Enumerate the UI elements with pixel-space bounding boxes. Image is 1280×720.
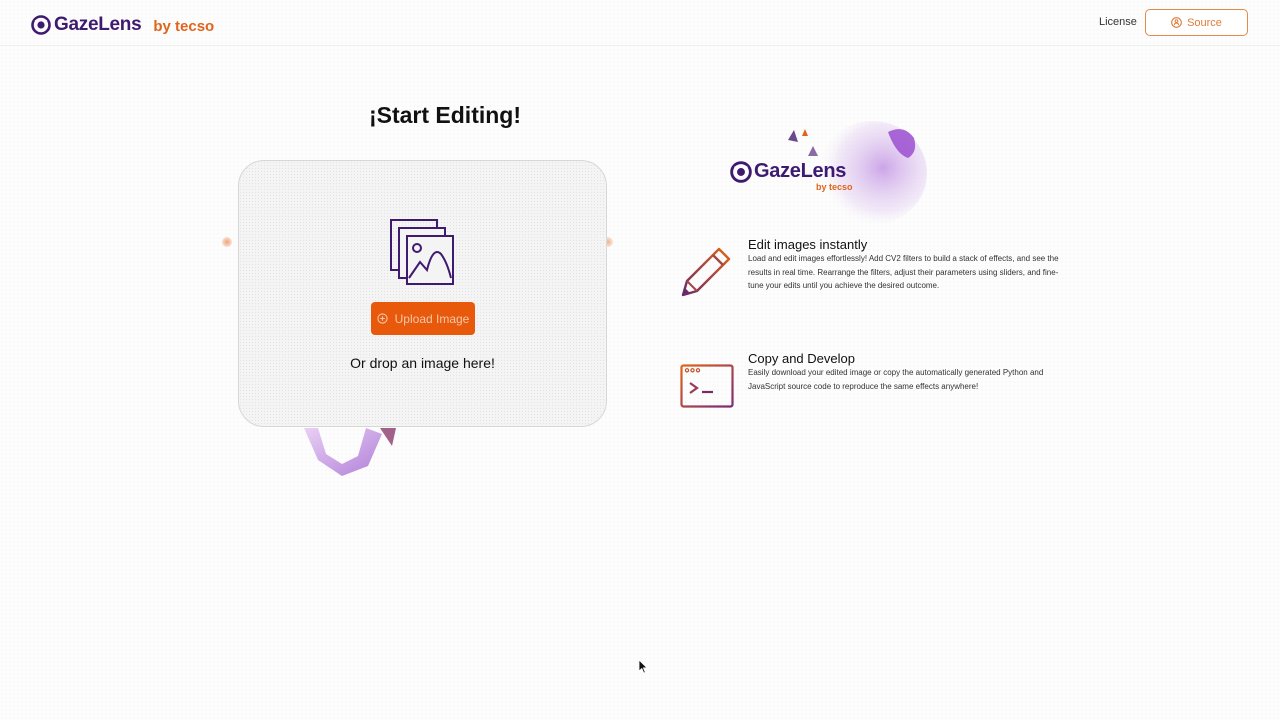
image-drop-zone[interactable]: Upload Image Or drop an image here! — [238, 160, 607, 427]
brand-name: GazeLens — [54, 14, 142, 35]
hero-logo: GazeLens — [730, 160, 846, 183]
plus-circle-icon — [377, 313, 388, 324]
drop-hint-text: Or drop an image here! — [350, 355, 495, 371]
gazelens-logo-icon — [31, 15, 51, 35]
feature-text-copy: Easily download your edited image or cop… — [748, 368, 1044, 391]
feature-title-edit: Edit images instantly — [748, 237, 868, 252]
upload-image-button[interactable]: Upload Image — [371, 302, 475, 335]
terminal-window-icon — [680, 364, 734, 408]
top-navbar: GazeLens by tecso License Source — [0, 0, 1280, 46]
page-background — [0, 0, 1280, 720]
mouse-cursor-icon — [638, 659, 648, 674]
hero-brand-name: GazeLens — [754, 160, 847, 182]
source-button[interactable]: Source — [1145, 9, 1248, 36]
page-title: ¡Start Editing! — [368, 102, 522, 128]
upload-button-label: Upload Image — [394, 311, 470, 326]
feature-title-copy: Copy and Develop — [748, 351, 855, 366]
brand-by-label: by tecso — [153, 17, 215, 35]
images-stack-icon — [390, 219, 454, 285]
brand-logo[interactable]: GazeLens by tecso — [31, 13, 214, 37]
pencil-icon — [681, 247, 731, 297]
gazelens-logo-icon — [730, 160, 752, 183]
github-icon — [1171, 17, 1182, 28]
decorative-dot-left — [222, 237, 232, 247]
feature-text-edit: Load and edit images effortlessly! Add C… — [748, 254, 1059, 290]
source-button-label: Source — [1187, 16, 1222, 29]
hero-brand-by: by tecso — [816, 182, 853, 192]
license-link[interactable]: License — [1099, 16, 1137, 28]
decorative-hexagon — [304, 428, 396, 476]
